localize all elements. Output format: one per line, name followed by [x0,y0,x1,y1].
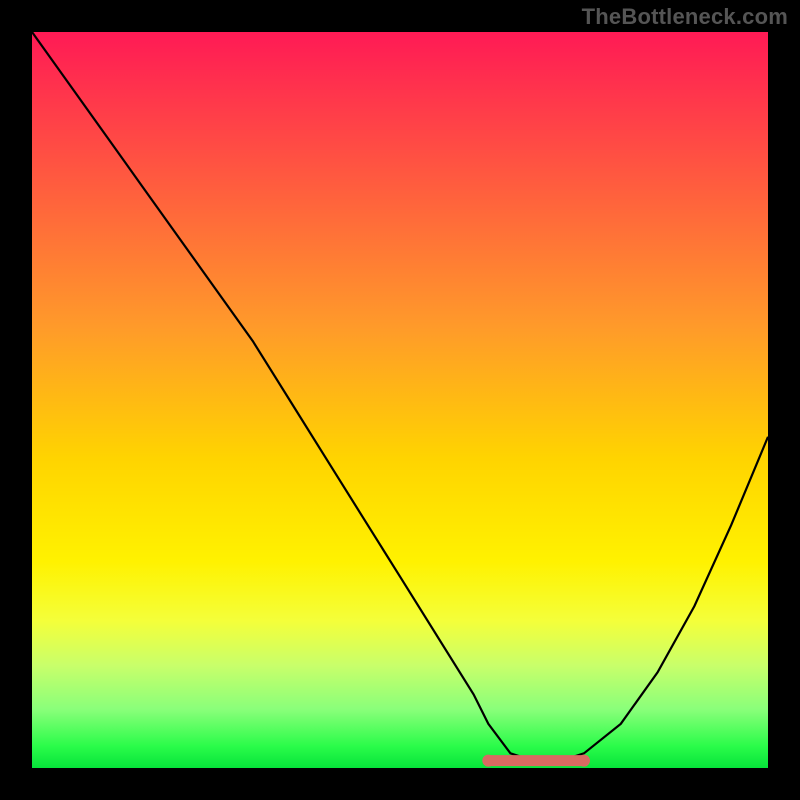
plot-area [32,32,768,768]
optimal-range-end-dot [578,755,590,767]
bottleneck-curve [32,32,768,761]
watermark-text: TheBottleneck.com [582,4,788,30]
chart-stage: TheBottleneck.com [0,0,800,800]
curve-layer [32,32,768,768]
optimal-range-start-dot [482,755,494,767]
